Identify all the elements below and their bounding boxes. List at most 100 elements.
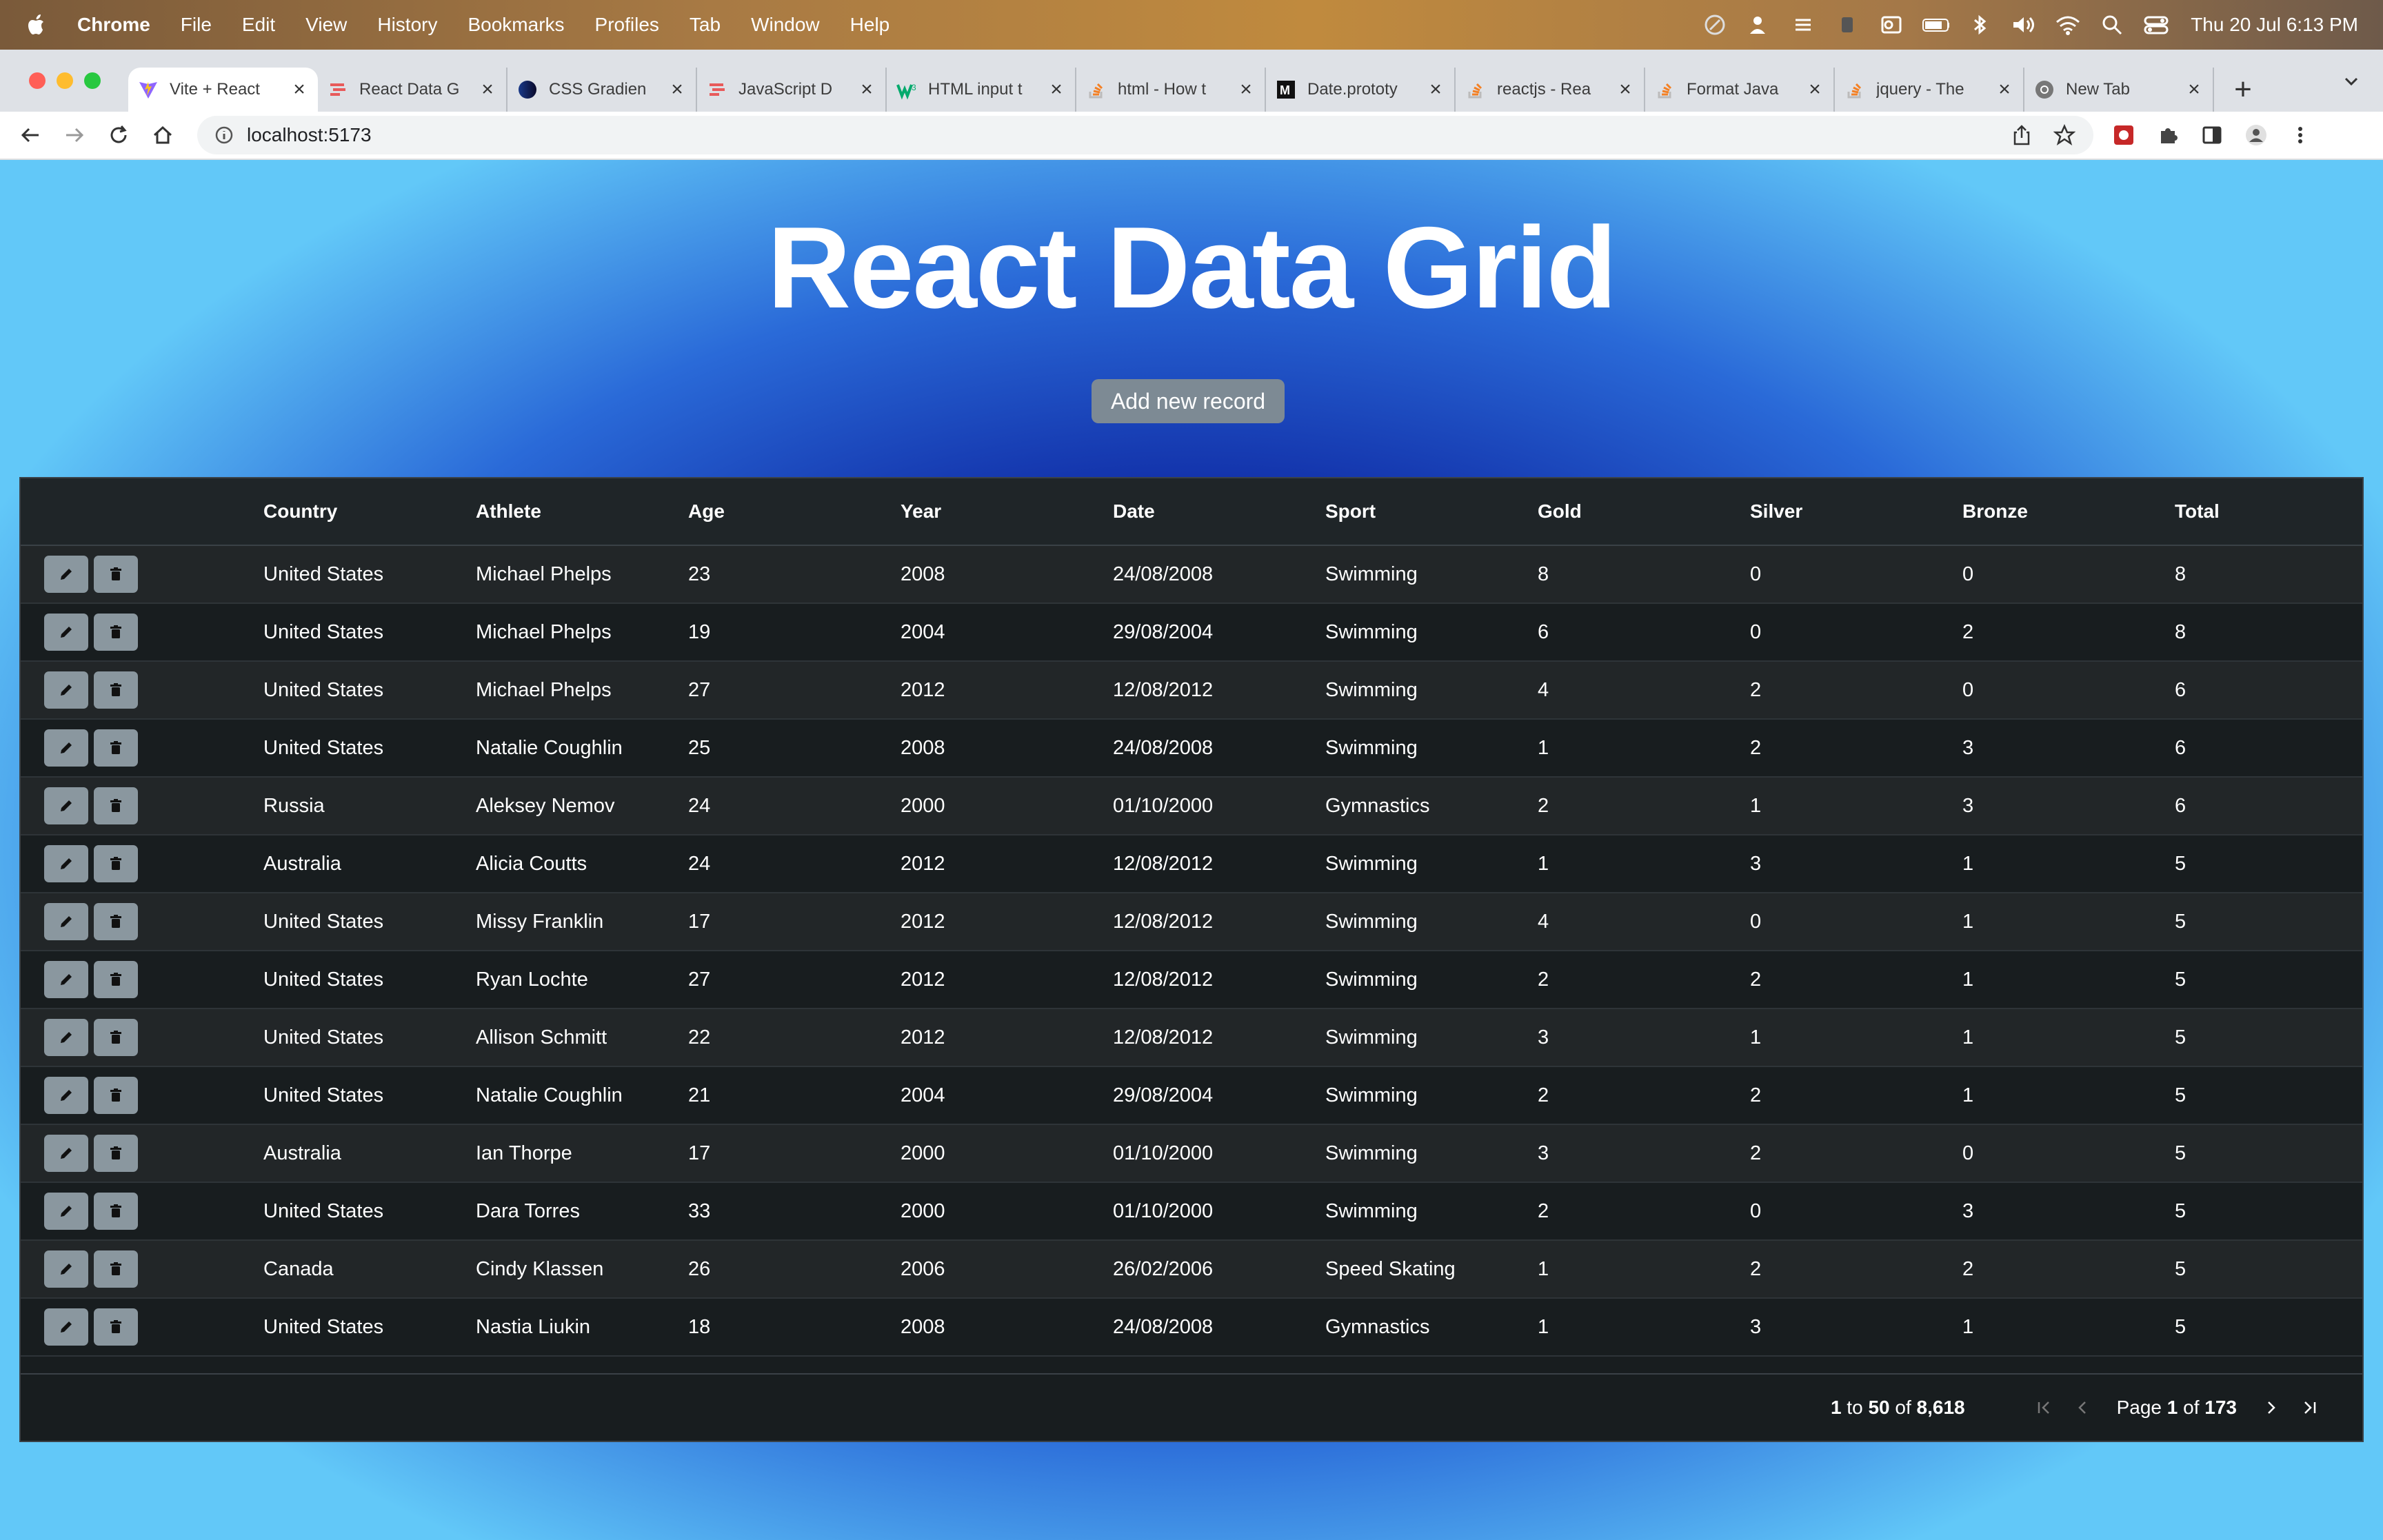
cell-silver[interactable]: 3 [1750, 1316, 1962, 1339]
cell-age[interactable]: 22 [688, 1026, 901, 1049]
cell-sport[interactable]: Swimming [1325, 853, 1538, 875]
table-row[interactable]: Russia Aleksey Nemov 24 2000 01/10/2000 Gymna… [21, 778, 2362, 835]
side-panel-icon[interactable] [2198, 121, 2226, 149]
cell-athlete[interactable]: Allison Schmitt [476, 1026, 688, 1049]
cell-age[interactable]: 26 [688, 1258, 901, 1281]
cell-bronze[interactable]: 1 [1962, 969, 2175, 991]
cell-bronze[interactable]: 0 [1962, 679, 2175, 702]
header-gold[interactable]: Gold [1538, 500, 1750, 523]
cell-total[interactable]: 6 [2175, 679, 2362, 702]
control-center-icon[interactable] [2142, 11, 2170, 39]
zoom-window-button[interactable] [84, 72, 101, 89]
bluetooth-icon[interactable] [1966, 11, 1993, 39]
extensions-puzzle-icon[interactable] [2154, 121, 2182, 149]
cell-gold[interactable]: 2 [1538, 795, 1750, 818]
edit-row-button[interactable] [44, 729, 88, 767]
table-row[interactable]: United States Dara Torres 33 2000 01/10/2000… [21, 1183, 2362, 1241]
cell-athlete[interactable]: Ryan Lochte [476, 969, 688, 991]
cell-date[interactable]: 29/08/2004 [1113, 1084, 1325, 1107]
delete-row-button[interactable] [94, 1135, 138, 1172]
menu-profiles[interactable]: Profiles [595, 14, 659, 36]
close-tab-icon[interactable]: × [1427, 79, 1445, 100]
cell-bronze[interactable]: 1 [1962, 1084, 2175, 1107]
close-tab-icon[interactable]: × [1806, 79, 1824, 100]
tab-css-gradient[interactable]: CSS Gradien × [507, 68, 697, 112]
delete-row-button[interactable] [94, 1250, 138, 1288]
cell-sport[interactable]: Swimming [1325, 737, 1538, 760]
cell-country[interactable]: United States [263, 1200, 476, 1223]
cell-date[interactable]: 26/02/2006 [1113, 1258, 1325, 1281]
tab-react-data-grid[interactable]: React Data G × [318, 68, 507, 112]
edit-row-button[interactable] [44, 787, 88, 824]
delete-row-button[interactable] [94, 845, 138, 882]
cell-athlete[interactable]: Missy Franklin [476, 911, 688, 933]
cell-year[interactable]: 2000 [901, 1200, 1113, 1223]
close-tab-icon[interactable]: × [1237, 79, 1255, 100]
delete-row-button[interactable] [94, 961, 138, 998]
profile-avatar-icon[interactable] [2242, 121, 2270, 149]
cell-sport[interactable]: Swimming [1325, 1026, 1538, 1049]
cell-athlete[interactable]: Michael Phelps [476, 621, 688, 644]
cell-silver[interactable]: 2 [1750, 1142, 1962, 1165]
cell-age[interactable]: 33 [688, 1200, 901, 1223]
tab-date-prototype[interactable]: M Date.prototy × [1266, 68, 1456, 112]
forward-arrow-icon[interactable] [61, 121, 88, 149]
cell-age[interactable]: 17 [688, 911, 901, 933]
close-tab-icon[interactable]: × [668, 79, 686, 100]
cell-date[interactable]: 12/08/2012 [1113, 969, 1325, 991]
delete-row-button[interactable] [94, 614, 138, 651]
apple-icon[interactable] [26, 13, 47, 37]
cell-country[interactable]: Canada [263, 1258, 476, 1281]
edit-row-button[interactable] [44, 614, 88, 651]
cell-year[interactable]: 2012 [901, 969, 1113, 991]
cell-gold[interactable]: 4 [1538, 679, 1750, 702]
cell-silver[interactable]: 0 [1750, 911, 1962, 933]
cell-country[interactable]: Australia [263, 853, 476, 875]
header-athlete[interactable]: Athlete [476, 500, 688, 523]
back-arrow-icon[interactable] [17, 121, 44, 149]
cell-athlete[interactable]: Michael Phelps [476, 563, 688, 586]
cell-date[interactable]: 12/08/2012 [1113, 679, 1325, 702]
cell-total[interactable]: 8 [2175, 563, 2362, 586]
cell-country[interactable]: United States [263, 563, 476, 586]
cell-total[interactable]: 5 [2175, 911, 2362, 933]
edit-row-button[interactable] [44, 671, 88, 709]
menubar-clock[interactable]: Thu 20 Jul 6:13 PM [2191, 14, 2358, 36]
home-icon[interactable] [149, 121, 177, 149]
cell-country[interactable]: United States [263, 1084, 476, 1107]
menu-file[interactable]: File [181, 14, 212, 36]
last-page-icon[interactable] [2296, 1394, 2324, 1421]
cell-gold[interactable]: 3 [1538, 1142, 1750, 1165]
table-row[interactable]: United States Natalie Coughlin 25 2008 24/08… [21, 720, 2362, 778]
cell-gold[interactable]: 2 [1538, 969, 1750, 991]
header-total[interactable]: Total [2175, 500, 2362, 523]
cell-year[interactable]: 2012 [901, 1026, 1113, 1049]
cell-bronze[interactable]: 3 [1962, 1200, 2175, 1223]
menu-edit[interactable]: Edit [242, 14, 275, 36]
cell-athlete[interactable]: Nastia Liukin [476, 1316, 688, 1339]
cell-bronze[interactable]: 1 [1962, 853, 2175, 875]
menu-window[interactable]: Window [751, 14, 820, 36]
cell-total[interactable]: 5 [2175, 1258, 2362, 1281]
cell-silver[interactable]: 1 [1750, 1026, 1962, 1049]
cell-age[interactable]: 18 [688, 1316, 901, 1339]
cell-date[interactable]: 12/08/2012 [1113, 1026, 1325, 1049]
extension-status-icon[interactable] [1833, 11, 1861, 39]
more-menu-icon[interactable] [2286, 121, 2314, 149]
close-window-button[interactable] [29, 72, 46, 89]
cell-date[interactable]: 24/08/2008 [1113, 1316, 1325, 1339]
menu-tab[interactable]: Tab [690, 14, 721, 36]
cell-gold[interactable]: 1 [1538, 1316, 1750, 1339]
cell-year[interactable]: 2008 [901, 563, 1113, 586]
menu-history[interactable]: History [377, 14, 437, 36]
menu-help[interactable]: Help [850, 14, 890, 36]
tab-vite-react[interactable]: Vite + React × [128, 68, 318, 112]
cell-bronze[interactable]: 1 [1962, 1316, 2175, 1339]
delete-row-button[interactable] [94, 1019, 138, 1056]
cell-athlete[interactable]: Michael Phelps [476, 679, 688, 702]
cell-athlete[interactable]: Ian Thorpe [476, 1142, 688, 1165]
delete-row-button[interactable] [94, 903, 138, 940]
cell-bronze[interactable]: 2 [1962, 1258, 2175, 1281]
cell-bronze[interactable]: 0 [1962, 1142, 2175, 1165]
cell-gold[interactable]: 6 [1538, 621, 1750, 644]
